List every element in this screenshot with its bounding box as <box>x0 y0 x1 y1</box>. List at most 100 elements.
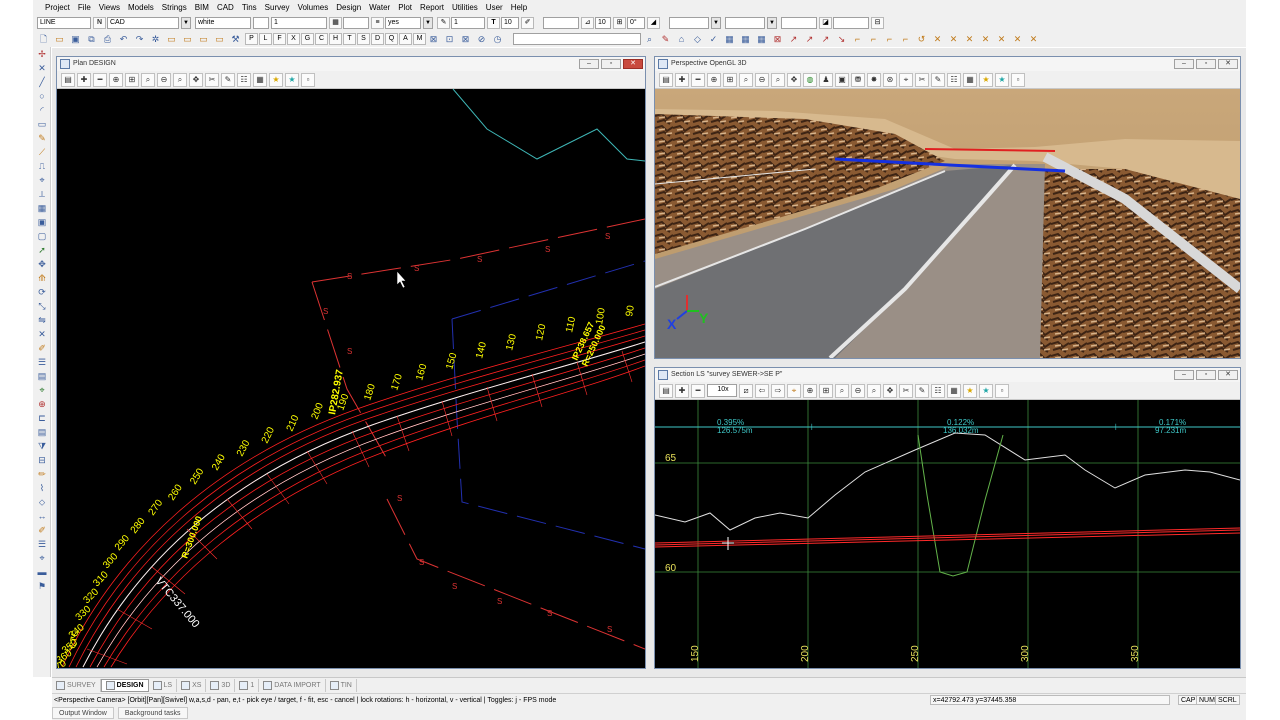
zoom-fit-icon[interactable]: ⌕ <box>867 383 881 398</box>
tab-3d[interactable]: 3D <box>206 679 236 692</box>
arrow-edit4-icon[interactable]: ↘ <box>835 33 848 46</box>
menu-design[interactable]: Design <box>332 3 365 12</box>
label-icon[interactable]: ⊠ <box>771 33 784 46</box>
pen-icon[interactable]: ✐ <box>33 341 51 355</box>
text-size-field[interactable]: 10 <box>501 16 519 29</box>
undo-icon[interactable]: ↶ <box>117 33 130 46</box>
string-tool4-icon[interactable]: ⌐ <box>899 33 912 46</box>
brush-icon[interactable]: ✐ <box>33 523 51 537</box>
section-canvas[interactable]: 0.395% 126.575m 0.122% 136.032m 0.171% 9… <box>655 400 1240 668</box>
zoom-pan-icon[interactable]: ⊠ <box>459 33 472 46</box>
command-input[interactable] <box>513 33 641 45</box>
light-icon[interactable]: ✸ <box>867 72 881 87</box>
paint-icon[interactable]: ✎ <box>221 72 235 87</box>
new-icon[interactable]: 🗋 <box>37 33 50 46</box>
string-type-s-button[interactable]: S <box>357 33 370 45</box>
restore-button[interactable]: ▫ <box>601 59 621 69</box>
survey-icon[interactable]: ⌖ <box>33 383 51 397</box>
rotate-icon[interactable]: ⟳ <box>33 285 51 299</box>
marker-icon[interactable]: ⌖ <box>33 551 51 565</box>
menu-survey[interactable]: Survey <box>261 3 294 12</box>
pen-button[interactable]: ✎ <box>437 16 450 29</box>
string-tool7-icon[interactable]: ✕ <box>947 33 960 46</box>
tag-icon[interactable]: ⌂ <box>675 33 688 46</box>
background-tasks-tab[interactable]: Background tasks <box>117 707 188 719</box>
measure-icon[interactable]: ✂ <box>899 383 913 398</box>
string-type-p-button[interactable]: P <box>245 33 258 45</box>
string-type-c-button[interactable]: C <box>315 33 328 45</box>
pick-icon[interactable]: ⌖ <box>787 383 801 398</box>
grid-icon[interactable]: ▦ <box>963 72 977 87</box>
string-type-t-button[interactable]: T <box>343 33 356 45</box>
find-icon[interactable]: ⌕ <box>643 33 656 46</box>
zoom-reset-icon[interactable]: ⊘ <box>475 33 488 46</box>
steer-icon[interactable]: ⊛ <box>883 72 897 87</box>
pencil-icon[interactable]: ✏ <box>33 467 51 481</box>
blank-field-3[interactable] <box>725 16 765 29</box>
grid2-icon[interactable]: ▦ <box>739 33 752 46</box>
menu-models[interactable]: Models <box>124 3 158 12</box>
size-field[interactable]: 10 <box>595 16 611 29</box>
menu-cad[interactable]: CAD <box>213 3 238 12</box>
drop-icon[interactable]: ⬦ <box>33 495 51 509</box>
move-icon[interactable]: ➚ <box>33 243 51 257</box>
line-weight-button[interactable]: ≡ <box>371 16 384 29</box>
blank-dropdown-arrow-2[interactable]: ▼ <box>767 16 777 29</box>
dims-icon[interactable]: ↔ <box>33 509 51 523</box>
zoom-out-icon[interactable]: ⊖ <box>157 72 171 87</box>
cross-icon[interactable]: ✕ <box>33 61 51 75</box>
pick-button[interactable]: ◪ <box>819 16 832 29</box>
measure-icon[interactable]: ✂ <box>915 72 929 87</box>
blank-field-5[interactable] <box>833 16 869 29</box>
menu-volumes[interactable]: Volumes <box>294 3 333 12</box>
zoom-window-icon[interactable]: ⊠ <box>427 33 440 46</box>
save-all-icon[interactable]: ⧉ <box>85 33 98 46</box>
zoom-in-icon[interactable]: ⊕ <box>109 72 123 87</box>
string-tool3-icon[interactable]: ⌐ <box>883 33 896 46</box>
add-icon[interactable]: ✚ <box>675 383 689 398</box>
hatch-button[interactable]: ▦ <box>329 16 342 29</box>
text-style-button[interactable]: ✐ <box>521 16 534 29</box>
stack-icon[interactable]: ☰ <box>33 537 51 551</box>
angle-button[interactable]: ⊿ <box>581 16 594 29</box>
rotate-button[interactable]: ◢ <box>647 16 660 29</box>
chain-icon[interactable]: ⌇ <box>33 481 51 495</box>
zoom-in-icon[interactable]: ⊕ <box>803 383 817 398</box>
zoom-extents-icon[interactable]: ⊡ <box>443 33 456 46</box>
scale-icon[interactable]: ⤡ <box>33 299 51 313</box>
model-field[interactable]: CAD <box>107 16 179 29</box>
string-tool5-icon[interactable]: ↺ <box>915 33 928 46</box>
menu-strings[interactable]: Strings <box>158 3 191 12</box>
delete-icon[interactable]: ✕ <box>33 327 51 341</box>
window-icon[interactable]: ▫ <box>995 383 1009 398</box>
zoom-fit-icon[interactable]: ⌕ <box>771 72 785 87</box>
minimize-button[interactable]: – <box>1174 370 1194 380</box>
window-icon[interactable]: ▢ <box>33 229 51 243</box>
zoom-window-icon[interactable]: ⊞ <box>723 72 737 87</box>
pan-icon[interactable]: ✥ <box>883 383 897 398</box>
grid3-icon[interactable]: ▦ <box>755 33 768 46</box>
menu-tins[interactable]: Tins <box>238 3 261 12</box>
fill-blank-field[interactable] <box>343 16 369 29</box>
model-dropdown-arrow[interactable]: ▼ <box>181 16 191 29</box>
move-all-icon[interactable]: ✥ <box>33 257 51 271</box>
paint-icon[interactable]: ✎ <box>931 72 945 87</box>
previous-icon[interactable]: ⇦ <box>755 383 769 398</box>
blank-field-4[interactable] <box>781 16 817 29</box>
linestyle-field[interactable]: LINE <box>37 16 91 29</box>
string-type-h-button[interactable]: H <box>329 33 342 45</box>
arc-icon[interactable]: ◜ <box>33 103 51 117</box>
menu-views[interactable]: Views <box>95 3 124 12</box>
window-icon[interactable]: ▫ <box>301 72 315 87</box>
menu-utilities[interactable]: Utilities <box>448 3 482 12</box>
block-icon[interactable]: ▣ <box>33 215 51 229</box>
next-icon[interactable]: ⇨ <box>771 383 785 398</box>
zoom-window-icon[interactable]: ⊞ <box>819 383 833 398</box>
minimize-button[interactable]: – <box>1174 59 1194 69</box>
tab-data-import[interactable]: DATA IMPORT <box>259 679 326 692</box>
name-button[interactable]: N <box>93 16 106 29</box>
zoom-previous-icon[interactable]: ◷ <box>491 33 504 46</box>
colour-field[interactable]: white <box>195 16 251 29</box>
string-tool11-icon[interactable]: ✕ <box>1011 33 1024 46</box>
menu-plot[interactable]: Plot <box>394 3 416 12</box>
